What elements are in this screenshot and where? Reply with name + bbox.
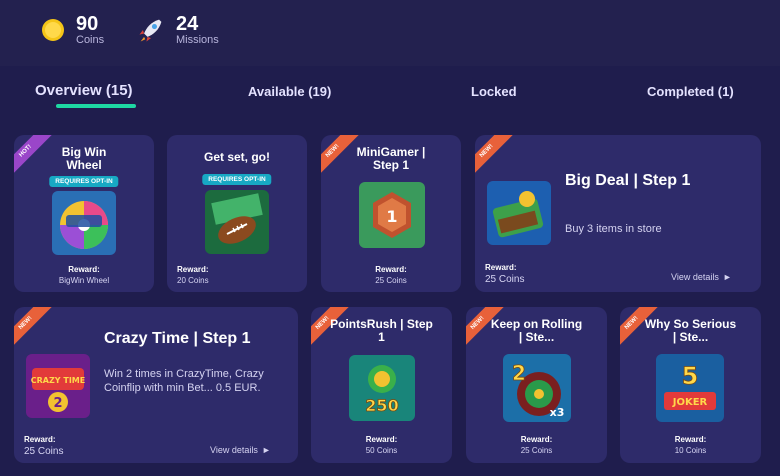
opt-in-badge: REQUIRES OPT-IN [202,174,272,185]
reward-value: 25 Coins [520,446,553,455]
crazy-time-thumbnail: CRAZY TIME 2 [26,354,90,418]
missions-label: Missions [176,34,219,46]
opt-in-badge: REQUIRES OPT-IN [49,176,119,187]
coin-icon [42,19,64,41]
pointsrush-thumbnail: 250 [349,355,415,421]
joker-thumbnail: 5 JOKER [656,354,724,422]
reward-value: 25 Coins [485,274,525,285]
coins-stat: 90 Coins [40,10,104,50]
thumb-number: 2 [53,396,62,411]
mission-card-minigamer[interactable]: NEW! MiniGamer | Step 1 1 Reward: 25 Coi… [321,135,461,292]
mission-card-why-so-serious[interactable]: NEW! Why So Serious | Ste... 5 JOKER Rew… [620,307,761,463]
thumb-text: 1 [386,207,397,226]
card-title: Big Deal | Step 1 [565,172,691,189]
arrow-right-icon: ► [261,445,271,455]
football-thumbnail [205,190,269,254]
mission-card-keep-on-rolling[interactable]: NEW! Keep on Rolling | Ste... 2 x3 Rewar… [466,307,607,463]
view-details-label: View details [671,272,719,282]
view-details-link[interactable]: View details ► [671,272,732,282]
card-title: Crazy Time | Step 1 [104,330,251,347]
tab-overview[interactable]: Overview (15) [35,82,133,99]
big-deal-thumbnail [487,181,551,245]
card-title: Why So Serious | Ste... [644,317,737,344]
tab-completed[interactable]: Completed (1) [647,84,734,99]
reward-value: 50 Coins [365,446,398,455]
thumb-text: 250 [365,396,398,415]
reward-label: Reward: [24,435,56,444]
coins-label: Coins [76,34,105,46]
new-ribbon: NEW! [475,135,515,179]
reward-label: Reward: [365,435,398,444]
arrow-right-icon: ► [722,272,732,282]
card-description: Win 2 times in CrazyTime, Crazy Coinflip… [104,368,264,394]
reward-label: Reward: [177,265,209,274]
mission-tabs: Overview (15) Available (19) Locked Comp… [0,66,780,116]
mission-card-big-win-wheel[interactable]: HOT! Big Win Wheel REQUIRES OPT-IN Rewar… [14,135,154,292]
card-title: Big Win Wheel [61,145,107,172]
card-title: Keep on Rolling | Ste... [490,317,583,344]
minigamer-thumbnail: 1 [359,182,425,248]
wheel-thumbnail [52,191,116,255]
reward-value: BigWin Wheel [58,276,110,285]
missions-value: 24 [176,13,199,35]
roulette-thumbnail: 2 x3 [503,354,571,422]
mission-card-pointsrush[interactable]: NEW! PointsRush | Step 1 250 Reward: 50 … [311,307,452,463]
top-bar: 90 Coins 24 Missions [0,0,780,66]
reward-value: 25 Coins [24,446,64,457]
reward-label: Reward: [485,263,517,272]
mission-card-crazy-time[interactable]: NEW! CRAZY TIME 2 Crazy Time | Step 1 Wi… [14,307,298,463]
card-title: MiniGamer | Step 1 [356,145,426,172]
mission-card-get-set-go[interactable]: Get set, go! REQUIRES OPT-IN Reward: 20 … [167,135,307,292]
thumb-text: 2 [512,361,526,385]
rocket-icon [139,19,162,42]
tab-available[interactable]: Available (19) [248,84,331,99]
thumb-subtext: JOKER [672,397,708,408]
card-description: Buy 3 items in store [565,223,662,235]
reward-label: Reward: [68,265,100,274]
card-title: PointsRush | Step 1 [330,317,433,344]
view-details-label: View details [210,445,258,455]
thumb-text: CRAZY TIME [31,376,85,385]
coins-value: 90 [76,13,99,35]
thumb-subtext: x3 [550,406,565,419]
card-title: Get set, go! [203,150,270,164]
reward-label: Reward: [375,265,407,274]
reward-value: 20 Coins [177,276,209,285]
missions-stat: 24 Missions [136,10,219,50]
reward-label: Reward: [674,435,707,444]
reward-value: 10 Coins [674,446,707,455]
new-ribbon: NEW! [14,307,54,351]
active-tab-indicator [56,104,136,108]
mission-card-big-deal[interactable]: NEW! Big Deal | Step 1 Buy 3 items in st… [475,135,761,292]
thumb-text: 5 [682,362,699,390]
tab-locked[interactable]: Locked [471,84,517,99]
view-details-link[interactable]: View details ► [210,445,271,455]
reward-label: Reward: [520,435,553,444]
reward-value: 25 Coins [375,276,407,285]
